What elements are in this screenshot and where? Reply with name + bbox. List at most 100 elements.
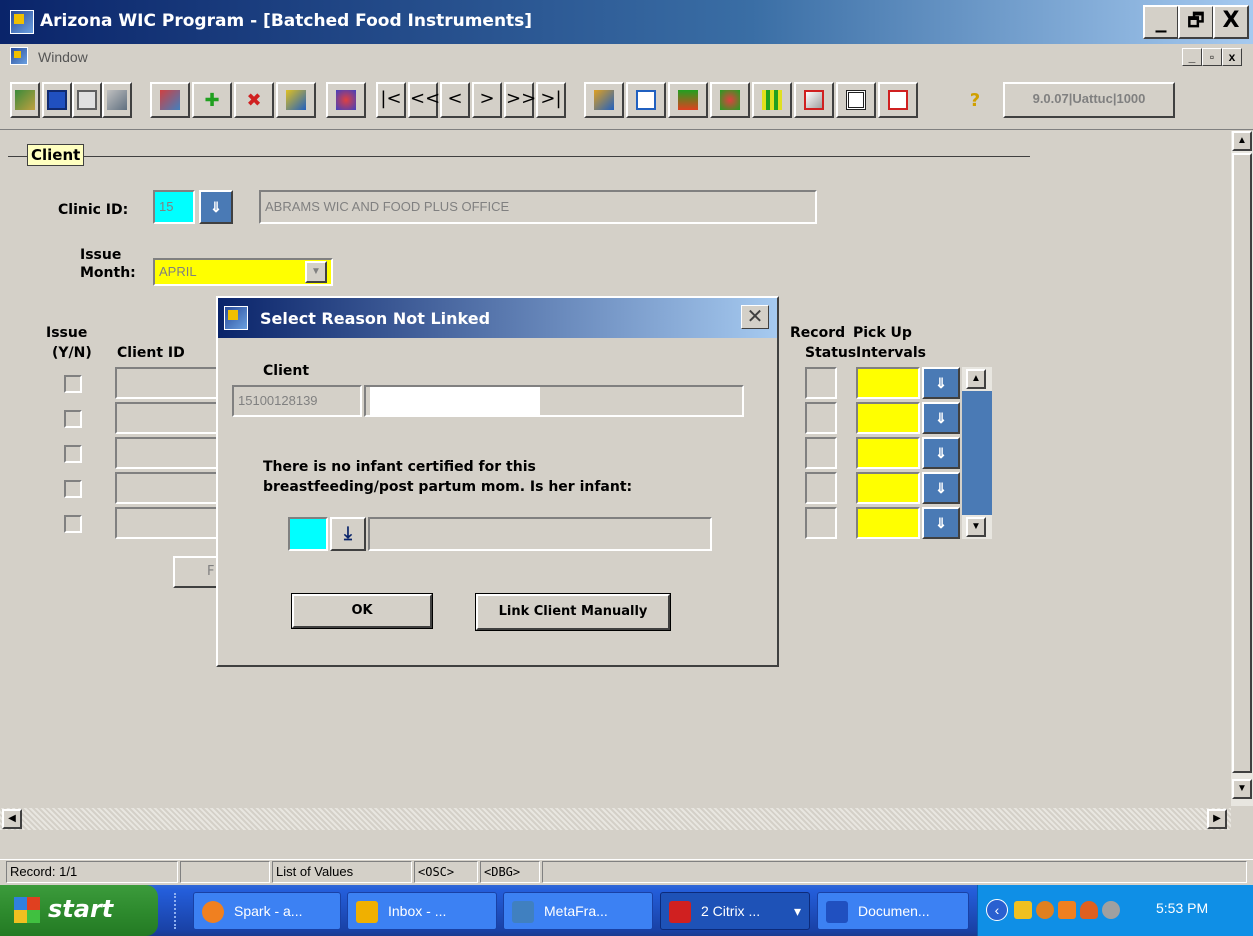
start-button[interactable]: start	[0, 885, 158, 936]
previous-set-icon[interactable]: <<	[408, 82, 440, 118]
citrix-icon	[669, 901, 691, 923]
help-icon[interactable]: ?	[958, 82, 992, 118]
clinic-id-field[interactable]: 15	[153, 190, 195, 224]
chevron-down-icon: ▾	[793, 903, 801, 919]
grid-scroll-thumb[interactable]	[962, 391, 992, 515]
issue-checkbox[interactable]	[64, 515, 82, 533]
issue-checkbox[interactable]	[64, 445, 82, 463]
pickup-interval-cell[interactable]	[856, 507, 920, 539]
issue-month-select[interactable]: APRIL ▼	[153, 258, 333, 286]
pickup-interval-cell[interactable]	[856, 437, 920, 469]
issue-checkbox[interactable]	[64, 375, 82, 393]
pickup-interval-cell[interactable]	[856, 402, 920, 434]
save-icon[interactable]	[42, 82, 72, 118]
scroll-thumb[interactable]	[1232, 153, 1252, 773]
pickup-lov-button[interactable]: ⇓	[922, 507, 960, 539]
pickup-lov-button[interactable]: ⇓	[922, 472, 960, 504]
previous-record-icon[interactable]: <	[440, 82, 470, 118]
tools-icon[interactable]	[584, 82, 624, 118]
insert-record-icon[interactable]: ✚	[192, 82, 232, 118]
pickup-lov-button[interactable]: ⇓	[922, 437, 960, 469]
clinic-icon[interactable]	[10, 82, 40, 118]
dialog-close-icon[interactable]: ✕	[741, 305, 769, 329]
task-document[interactable]: Documen...	[817, 892, 969, 930]
scroll-left-button[interactable]: ◀	[2, 809, 22, 829]
dialog-title: Select Reason Not Linked	[260, 309, 491, 328]
reason-desc-field	[368, 517, 712, 551]
dialog-message-line2: breastfeeding/post partum mom. Is her in…	[263, 479, 633, 495]
client-id-cell[interactable]	[115, 437, 225, 469]
issue-checkbox[interactable]	[64, 480, 82, 498]
minimize-button[interactable]: _	[1143, 5, 1179, 39]
mdi-restore-button[interactable]: ▫	[1202, 48, 1222, 66]
vertical-scrollbar[interactable]: ▲ ▼	[1231, 131, 1253, 806]
grid-scrollbar[interactable]: ▲ ▼	[962, 367, 992, 539]
issue-checkbox[interactable]	[64, 410, 82, 428]
toolbar: ✚ ✖ |< << < > >> >| ? 9.0.07|Uattuc|1000	[0, 70, 1253, 130]
section-client-label: Client	[27, 144, 85, 166]
task-citrix[interactable]: 2 Citrix ... ▾	[660, 892, 810, 930]
delete-record-icon[interactable]: ✖	[234, 82, 274, 118]
reason-code-field[interactable]	[288, 517, 328, 551]
people-icon[interactable]	[326, 82, 366, 118]
word-icon	[826, 901, 848, 923]
mail-tray-icon[interactable]	[1014, 901, 1032, 919]
last-record-icon[interactable]: >|	[536, 82, 566, 118]
client-id-cell[interactable]	[115, 507, 225, 539]
form-icon[interactable]	[836, 82, 876, 118]
client-id-cell[interactable]	[115, 402, 225, 434]
window-icon[interactable]	[878, 82, 918, 118]
next-record-icon[interactable]: >	[472, 82, 502, 118]
scroll-right-button[interactable]: ▶	[1207, 809, 1227, 829]
network-tray-icon[interactable]	[1102, 901, 1120, 919]
dialog-client-name-field	[364, 385, 744, 417]
ok-button[interactable]: OK	[291, 593, 433, 629]
link-client-manually-button[interactable]: Link Client Manually	[475, 593, 671, 631]
clock-tray-icon[interactable]	[1058, 901, 1076, 919]
mdi-window-icon[interactable]	[10, 47, 28, 65]
tray-expand-icon[interactable]: ‹	[986, 899, 1008, 921]
task-spark[interactable]: Spark - a...	[193, 892, 341, 930]
record-status-cell	[805, 507, 837, 539]
task-metaframe[interactable]: MetaFra...	[503, 892, 653, 930]
pickup-interval-cell[interactable]	[856, 472, 920, 504]
first-record-icon[interactable]: |<	[376, 82, 406, 118]
task-inbox[interactable]: Inbox - ...	[347, 892, 497, 930]
status-blank	[180, 861, 270, 883]
restore-button[interactable]: 🗗	[1178, 5, 1214, 39]
reason-lov-button[interactable]: ⤓	[330, 517, 366, 551]
print-preview-icon[interactable]	[102, 82, 132, 118]
chart-icon[interactable]	[668, 82, 708, 118]
health-icon[interactable]	[710, 82, 750, 118]
close-button[interactable]: X	[1213, 5, 1249, 39]
dialog-client-id-field: 15100128139	[232, 385, 362, 417]
horizontal-scrollbar[interactable]: ◀ ▶	[0, 808, 1231, 830]
menu-window[interactable]: Window	[38, 49, 88, 65]
mdi-minimize-button[interactable]: _	[1182, 48, 1202, 66]
edit-icon[interactable]	[150, 82, 190, 118]
report-icon[interactable]	[794, 82, 834, 118]
clinic-lov-button[interactable]: ⇓	[199, 190, 233, 224]
spark-tray-icon[interactable]	[1080, 901, 1098, 919]
query-icon[interactable]	[276, 82, 316, 118]
pickup-lov-button[interactable]: ⇓	[922, 367, 960, 399]
print-icon[interactable]	[72, 82, 102, 118]
next-set-icon[interactable]: >>	[504, 82, 536, 118]
quicklaunch-grip	[174, 893, 178, 929]
grid-icon[interactable]	[752, 82, 792, 118]
grid-scroll-up[interactable]: ▲	[966, 369, 986, 389]
dropdown-arrow-icon[interactable]: ▼	[305, 261, 327, 283]
calendar-icon[interactable]	[626, 82, 666, 118]
pickup-lov-button[interactable]: ⇓	[922, 402, 960, 434]
grid-scroll-down[interactable]: ▼	[966, 517, 986, 537]
dialog-message-line1: There is no infant certified for this	[263, 459, 536, 475]
scroll-down-button[interactable]: ▼	[1232, 779, 1252, 799]
pickup-interval-cell[interactable]	[856, 367, 920, 399]
app-icon[interactable]	[10, 10, 34, 34]
status-lov: List of Values	[272, 861, 412, 883]
user-tray-icon[interactable]	[1036, 901, 1054, 919]
client-id-cell[interactable]	[115, 367, 225, 399]
mdi-close-button[interactable]: x	[1222, 48, 1242, 66]
scroll-up-button[interactable]: ▲	[1232, 131, 1252, 151]
client-id-cell[interactable]	[115, 472, 225, 504]
